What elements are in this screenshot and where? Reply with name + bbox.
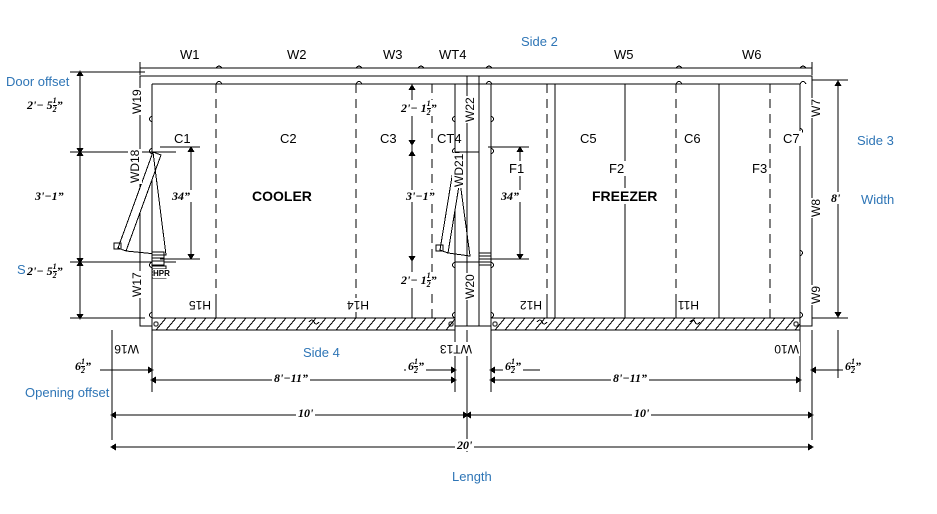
annotation-side-3: Side 3 [857, 133, 894, 148]
dim-offset-right: 6 1 2” [843, 357, 863, 375]
bottom-corner-panel-wt13: WT13 [438, 342, 473, 356]
right-wall-panel-w8: W8 [809, 198, 823, 218]
ceiling-panel-c6: C6 [682, 131, 703, 146]
annotation-length: Length [452, 469, 492, 484]
opening-dimension-row [150, 376, 802, 384]
mid-wall-panel-wd21: WD21 [452, 152, 466, 188]
dim-cooler-swing-34: 34” [170, 189, 192, 203]
dim-offset-mid-left: 6 1 2” [406, 357, 426, 375]
drawing-linework [70, 62, 862, 452]
ceiling-panel-c2: C2 [278, 131, 299, 146]
dim-mid-bottom: 2'− 1 1 2” [399, 271, 439, 289]
right-wall-panel-w9: W9 [809, 285, 823, 305]
offset-dimension-row [100, 366, 862, 374]
floor-panel-f1: F1 [507, 161, 527, 176]
annotation-opening-offset: Opening offset [25, 385, 110, 400]
bottom-wall-panel-h11: H11 [676, 298, 700, 312]
bottom-extension-lines [111, 330, 839, 452]
mid-wall-panel-w22: W22 [463, 96, 477, 123]
ceiling-panel-c1: C1 [172, 131, 193, 146]
dim-opening-left: 8'−11” [272, 371, 310, 385]
dim-freezer-swing-34: 34” [499, 189, 521, 203]
annotation-door-offset: Door offset [6, 74, 70, 89]
bottom-corner-panel-w16: W16 [113, 342, 140, 356]
dim-opening-right: 8'−11” [611, 371, 649, 385]
hpr-label: HPR [153, 269, 170, 278]
bay-dimension-row [110, 411, 814, 419]
dim-left-top: 2'− 5 1 2” [25, 96, 65, 114]
floor-panel-f2: F2 [607, 161, 627, 176]
top-wall-panel-w5: W5 [612, 47, 636, 62]
top-wall-panel-w2: W2 [285, 47, 309, 62]
top-wall-panel-w1: W1 [178, 47, 202, 62]
dim-left-mid: 3'−1” [33, 189, 66, 203]
room-label-cooler: COOLER [249, 188, 315, 204]
ceiling-panel-c7: C7 [781, 131, 802, 146]
bottom-wall-panel-h15: H15 [187, 298, 212, 312]
cooler-door-leaf [113, 151, 176, 263]
technical-drawing-canvas: Side 2 Side 3 Side 1 Side 4 Width Length… [0, 0, 937, 514]
annotation-side-4: Side 4 [303, 345, 340, 360]
dim-bay-left: 10' [296, 406, 316, 420]
top-wall-panel-w6: W6 [740, 47, 764, 62]
dim-mid-mid: 3'−1” [404, 189, 437, 203]
annotation-side-2: Side 2 [521, 34, 558, 49]
right-wall-panel-w7: W7 [809, 98, 823, 118]
mid-wall-panel-w20: W20 [463, 273, 477, 300]
dim-mid-top: 2'− 1 1 2” [399, 99, 439, 117]
left-wall-panel-w19: W19 [130, 88, 144, 115]
floor-panel-f3: F3 [750, 161, 770, 176]
top-wall-panel-wt4: WT4 [437, 47, 469, 62]
left-wall-panel-wd18: WD18 [128, 148, 142, 184]
ceiling-panel-c5: C5 [578, 131, 599, 146]
bottom-wall-panel-h14: H14 [345, 298, 370, 312]
bottom-corner-panel-w10: W10 [773, 342, 800, 356]
dim-bay-right: 10' [632, 406, 652, 420]
room-label-freezer: FREEZER [589, 188, 661, 204]
ceiling-panel-c3: C3 [378, 131, 399, 146]
dim-offset-mid-right: 6 1 2” [503, 357, 523, 375]
dim-right-width: 8' [829, 191, 843, 205]
left-wall-panel-w17: W17 [130, 271, 144, 298]
annotation-width: Width [861, 192, 895, 207]
dim-left-bottom: 2'− 5 1 2” [25, 262, 65, 280]
dim-offset-left: 6 1 2” [73, 357, 93, 375]
h-panel-ticks [215, 298, 677, 318]
cooler-swing-dimension [160, 146, 200, 260]
dim-overall-length: 20' [455, 438, 475, 452]
top-wall-panel-w3: W3 [381, 47, 405, 62]
bottom-wall-panel-h12: H12 [518, 298, 543, 312]
ceiling-panel-ct4: CT4 [437, 131, 462, 146]
